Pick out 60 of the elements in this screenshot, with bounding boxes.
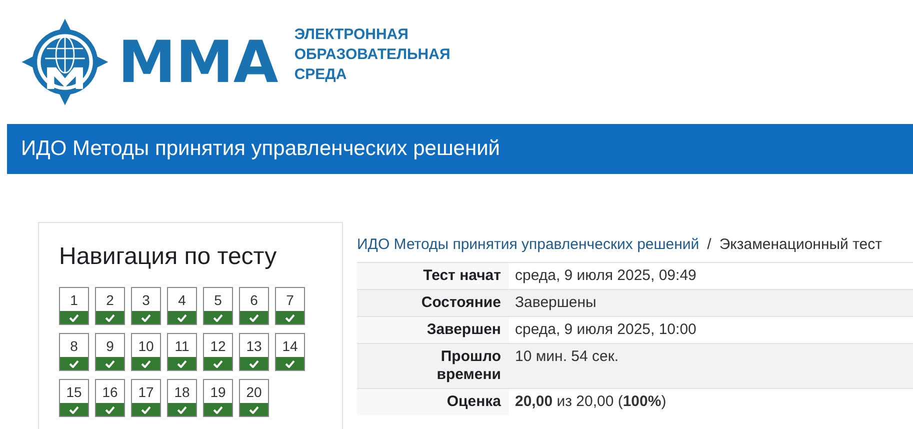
check-icon <box>69 314 79 322</box>
question-button[interactable]: 18 <box>167 379 197 417</box>
breadcrumb-link[interactable]: ИДО Методы принятия управленческих решений <box>357 236 700 258</box>
check-icon <box>213 406 223 414</box>
summary-label: Прошло времени <box>357 344 509 388</box>
question-button[interactable]: 8 <box>59 333 89 371</box>
check-icon <box>105 314 115 322</box>
question-button[interactable]: 6 <box>239 287 269 325</box>
question-button[interactable]: 14 <box>275 333 305 371</box>
course-title: ИДО Методы принятия управленческих решений <box>21 137 500 161</box>
summary-value: 20,00 из 20,00 (100%) <box>509 388 913 415</box>
question-button[interactable]: 16 <box>95 379 125 417</box>
summary-value: среда, 9 июля 2025, 09:49 <box>509 262 913 290</box>
check-icon <box>177 360 187 368</box>
check-icon <box>177 314 187 322</box>
check-icon <box>249 406 259 414</box>
question-button[interactable]: 9 <box>95 333 125 371</box>
check-icon <box>141 406 151 414</box>
logo-tagline: СРЕДА <box>294 65 348 85</box>
check-icon <box>105 360 115 368</box>
check-icon <box>141 360 151 368</box>
check-icon <box>249 314 259 322</box>
navigation-title: Навигация по тесту <box>59 243 278 271</box>
check-icon <box>213 360 223 368</box>
logo-wordmark: ММА <box>118 28 278 96</box>
check-icon <box>141 314 151 322</box>
globe-emblem-icon <box>20 17 110 107</box>
logo-tagline: ЭЛЕКТРОННАЯ <box>294 25 410 45</box>
question-button[interactable]: 1 <box>59 287 89 325</box>
check-icon <box>177 406 187 414</box>
question-button[interactable]: 2 <box>95 287 125 325</box>
check-icon <box>213 314 223 322</box>
check-icon <box>69 360 79 368</box>
question-button[interactable]: 10 <box>131 333 161 371</box>
summary-label: Тест начат <box>357 262 509 290</box>
check-icon <box>249 360 259 368</box>
question-button[interactable]: 11 <box>167 333 197 371</box>
question-button[interactable]: 4 <box>167 287 197 325</box>
breadcrumb-separator: / <box>707 236 712 255</box>
question-button[interactable]: 20 <box>239 379 269 417</box>
question-button[interactable]: 19 <box>203 379 233 417</box>
summary-label: Состояние <box>357 290 509 316</box>
question-button[interactable]: 12 <box>203 333 233 371</box>
check-icon <box>285 314 295 322</box>
summary-label: Оценка <box>357 388 509 415</box>
check-icon <box>285 360 295 368</box>
summary-label: Завершен <box>357 316 509 344</box>
question-button[interactable]: 7 <box>275 287 305 325</box>
question-button[interactable]: 13 <box>239 333 269 371</box>
question-button[interactable]: 3 <box>131 287 161 325</box>
question-button[interactable]: 5 <box>203 287 233 325</box>
question-button[interactable]: 17 <box>131 379 161 417</box>
summary-value: 10 мин. 54 сек. <box>509 344 913 388</box>
summary-value: среда, 9 июля 2025, 10:00 <box>509 316 913 344</box>
check-icon <box>69 406 79 414</box>
summary-value: Завершены <box>509 290 913 316</box>
logo-tagline: ОБРАЗОВАТЕЛЬНАЯ <box>294 45 450 65</box>
check-icon <box>105 406 115 414</box>
breadcrumb-current: Экзаменационный тест <box>719 236 882 255</box>
question-button[interactable]: 15 <box>59 379 89 417</box>
